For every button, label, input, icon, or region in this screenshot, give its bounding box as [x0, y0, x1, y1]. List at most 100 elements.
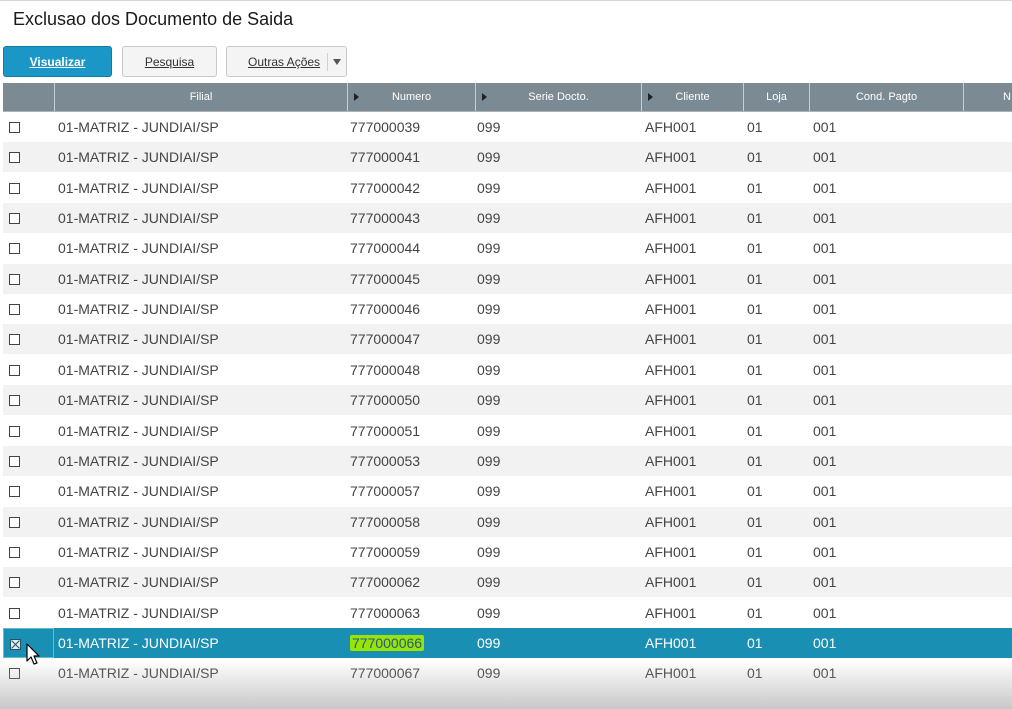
- outras-acoes-button[interactable]: Outras Ações: [226, 46, 347, 77]
- cell-loja: 01: [747, 453, 763, 469]
- cell-serie: 099: [477, 271, 501, 287]
- table-row[interactable]: 01-MATRIZ - JUNDIAI/SP 777000063 099 AFH001…: [3, 598, 1012, 628]
- row-checkbox[interactable]: [9, 213, 20, 224]
- cell-filial: 01-MATRIZ - JUNDIAI/SP: [58, 180, 219, 196]
- cell-loja: 01: [747, 301, 763, 317]
- cell-cond-pagto: 001: [813, 271, 837, 287]
- table-row[interactable]: 01-MATRIZ - JUNDIAI/SP 777000046 099 AFH001…: [3, 294, 1012, 324]
- row-checkbox[interactable]: [9, 122, 20, 133]
- row-checkbox[interactable]: [9, 334, 20, 345]
- cell-numero-value: 777000048: [350, 362, 421, 378]
- header-filial[interactable]: Filial: [55, 83, 348, 111]
- header-cliente[interactable]: Cliente: [642, 83, 744, 111]
- row-checkbox[interactable]: [9, 426, 20, 437]
- row-checkbox[interactable]: [9, 183, 20, 194]
- cell-numero-value: 777000042: [350, 180, 421, 196]
- cell-loja: 01: [747, 423, 763, 439]
- table-row[interactable]: 01-MATRIZ - JUNDIAI/SP 777000041 099 AFH001…: [3, 142, 1012, 172]
- cell-filial: 01-MATRIZ - JUNDIAI/SP: [58, 331, 219, 347]
- cell-cond-pagto: 001: [813, 240, 837, 256]
- cell-numero-value: 777000041: [350, 149, 421, 165]
- table-row[interactable]: 01-MATRIZ - JUNDIAI/SP 777000067 099 AFH001…: [3, 658, 1012, 688]
- cell-cond-pagto: 001: [813, 331, 837, 347]
- row-checkbox[interactable]: [9, 486, 20, 497]
- row-checkbox[interactable]: [9, 608, 20, 619]
- cell-cliente: AFH001: [645, 483, 697, 499]
- row-checkbox[interactable]: [9, 577, 20, 588]
- header-cond-pagto[interactable]: Cond. Pagto: [810, 83, 964, 111]
- cell-numero: 777000045: [350, 264, 420, 294]
- visualizar-button[interactable]: Visualizar: [3, 46, 112, 77]
- table-row[interactable]: 01-MATRIZ - JUNDIAI/SP 777000047 099 AFH001…: [3, 324, 1012, 354]
- row-checkbox[interactable]: [9, 547, 20, 558]
- cell-numero: 777000062: [350, 567, 420, 597]
- cell-numero: 777000039: [350, 112, 420, 142]
- cell-numero: 777000041: [350, 142, 420, 172]
- cell-serie: 099: [477, 362, 501, 378]
- cell-numero: 777000053: [350, 446, 420, 476]
- row-checkbox[interactable]: [9, 395, 20, 406]
- cell-serie: 099: [477, 635, 501, 651]
- table-row[interactable]: 01-MATRIZ - JUNDIAI/SP 777000051 099 AFH001…: [3, 416, 1012, 446]
- cell-serie: 099: [477, 574, 501, 590]
- cell-numero: 777000042: [350, 173, 420, 203]
- cell-cliente: AFH001: [645, 514, 697, 530]
- pesquisa-button[interactable]: Pesquisa: [122, 46, 217, 77]
- table-row[interactable]: 01-MATRIZ - JUNDIAI/SP 777000062 099 AFH001…: [3, 567, 1012, 597]
- cell-loja: 01: [747, 240, 763, 256]
- row-checkbox[interactable]: [9, 668, 20, 679]
- header-numero[interactable]: Numero: [348, 83, 476, 111]
- cell-cliente: AFH001: [645, 574, 697, 590]
- cell-cond-pagto: 001: [813, 665, 837, 681]
- row-checkbox[interactable]: [9, 243, 20, 254]
- cell-numero: 777000050: [350, 385, 420, 415]
- cell-numero-value: 777000051: [350, 423, 421, 439]
- table-row[interactable]: 01-MATRIZ - JUNDIAI/SP 777000042 099 AFH001…: [3, 173, 1012, 203]
- cell-numero: 777000046: [350, 294, 420, 324]
- table-row[interactable]: 01-MATRIZ - JUNDIAI/SP 777000045 099 AFH001…: [3, 264, 1012, 294]
- header-next-label: N: [1003, 91, 1011, 103]
- table-row[interactable]: 01-MATRIZ - JUNDIAI/SP 777000043 099 AFH001…: [3, 203, 1012, 233]
- table-row[interactable]: 01-MATRIZ - JUNDIAI/SP 777000039 099 AFH001…: [3, 112, 1012, 142]
- cell-cond-pagto: 001: [813, 210, 837, 226]
- cell-serie: 099: [477, 301, 501, 317]
- table-row[interactable]: 01-MATRIZ - JUNDIAI/SP 777000066 099 AFH001…: [3, 628, 1012, 658]
- cell-cond-pagto: 001: [813, 574, 837, 590]
- header-loja[interactable]: Loja: [744, 83, 810, 111]
- cell-numero: 777000059: [350, 537, 420, 567]
- table-row[interactable]: 01-MATRIZ - JUNDIAI/SP 777000057 099 AFH001…: [3, 476, 1012, 506]
- table-row[interactable]: 01-MATRIZ - JUNDIAI/SP 777000050 099 AFH001…: [3, 385, 1012, 415]
- table-row[interactable]: 01-MATRIZ - JUNDIAI/SP 777000059 099 AFH001…: [3, 537, 1012, 567]
- header-select-column[interactable]: [3, 83, 55, 111]
- cell-numero: 777000051: [350, 416, 420, 446]
- cell-filial: 01-MATRIZ - JUNDIAI/SP: [58, 240, 219, 256]
- cell-numero-value: 777000067: [350, 665, 421, 681]
- cell-cond-pagto: 001: [813, 453, 837, 469]
- cell-loja: 01: [747, 362, 763, 378]
- cell-cliente: AFH001: [645, 362, 697, 378]
- header-next-column[interactable]: N: [964, 83, 1012, 111]
- table-row[interactable]: 01-MATRIZ - JUNDIAI/SP 777000058 099 AFH001…: [3, 507, 1012, 537]
- row-checkbox[interactable]: [9, 152, 20, 163]
- cell-numero-value: 777000057: [350, 483, 421, 499]
- cell-cliente: AFH001: [645, 392, 697, 408]
- cell-cond-pagto: 001: [813, 119, 837, 135]
- caret-down-icon: [333, 59, 341, 65]
- table-row[interactable]: 01-MATRIZ - JUNDIAI/SP 777000044 099 AFH001…: [3, 233, 1012, 263]
- row-checkbox[interactable]: [9, 456, 20, 467]
- row-checkbox[interactable]: [9, 517, 20, 528]
- row-checkbox[interactable]: [9, 365, 20, 376]
- header-serie[interactable]: Serie Docto.: [476, 83, 642, 111]
- table-row[interactable]: 01-MATRIZ - JUNDIAI/SP 777000053 099 AFH001…: [3, 446, 1012, 476]
- cell-numero: 777000067: [350, 658, 420, 688]
- row-checkbox[interactable]: [9, 304, 20, 315]
- table-row[interactable]: 01-MATRIZ - JUNDIAI/SP 777000048 099 AFH001…: [3, 355, 1012, 385]
- row-checkbox[interactable]: [10, 639, 21, 650]
- row-checkbox[interactable]: [9, 274, 20, 285]
- cell-numero-value: 777000053: [350, 453, 421, 469]
- cell-filial: 01-MATRIZ - JUNDIAI/SP: [58, 392, 219, 408]
- cell-filial: 01-MATRIZ - JUNDIAI/SP: [58, 119, 219, 135]
- cell-numero-value: 777000043: [350, 210, 421, 226]
- cell-numero: 777000066: [350, 628, 425, 658]
- cell-cond-pagto: 001: [813, 544, 837, 560]
